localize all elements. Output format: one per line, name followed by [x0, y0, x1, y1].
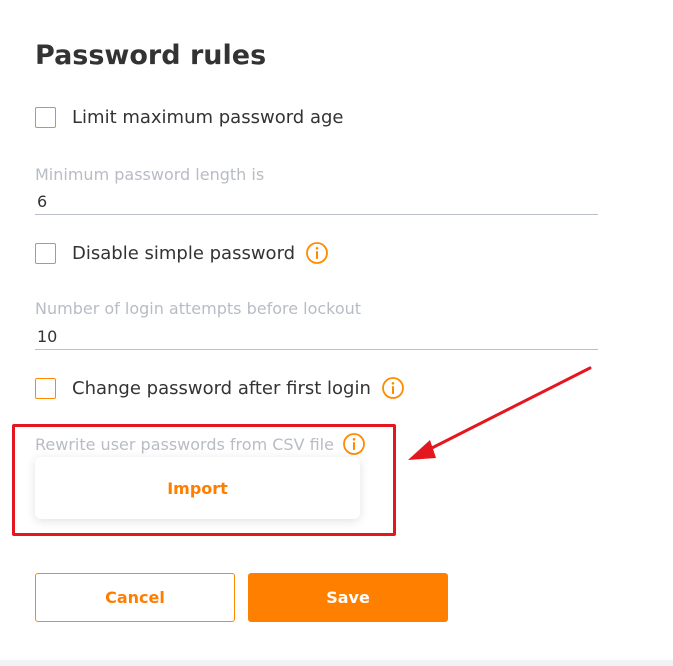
login-attempts-label: Number of login attempts before lockout: [35, 299, 362, 318]
cancel-button[interactable]: Cancel: [35, 573, 235, 622]
login-attempts-input[interactable]: 10: [37, 327, 57, 346]
min-length-input[interactable]: 6: [37, 192, 47, 211]
min-length-underline: [35, 214, 598, 215]
limit-age-label: Limit maximum password age: [72, 107, 344, 128]
limit-age-row: Limit maximum password age: [35, 107, 343, 128]
change-after-first-checkbox[interactable]: [35, 377, 56, 399]
change-after-first-label: Change password after first login: [72, 377, 371, 399]
red-arrow-icon: [408, 366, 592, 460]
disable-simple-label: Disable simple password: [72, 242, 296, 264]
limit-age-checkbox[interactable]: [35, 107, 56, 128]
min-length-label: Minimum password length is: [35, 165, 265, 184]
page-bottom-band: [0, 660, 673, 666]
highlight-box: [12, 424, 396, 536]
save-button[interactable]: Save: [248, 573, 448, 622]
disable-simple-row: Disable simple password: [35, 241, 329, 265]
change-after-first-row: Change password after first login: [35, 376, 405, 400]
page-title: Password rules: [35, 40, 267, 71]
info-icon[interactable]: [305, 241, 329, 265]
login-attempts-underline: [35, 349, 598, 350]
disable-simple-checkbox[interactable]: [35, 242, 56, 264]
